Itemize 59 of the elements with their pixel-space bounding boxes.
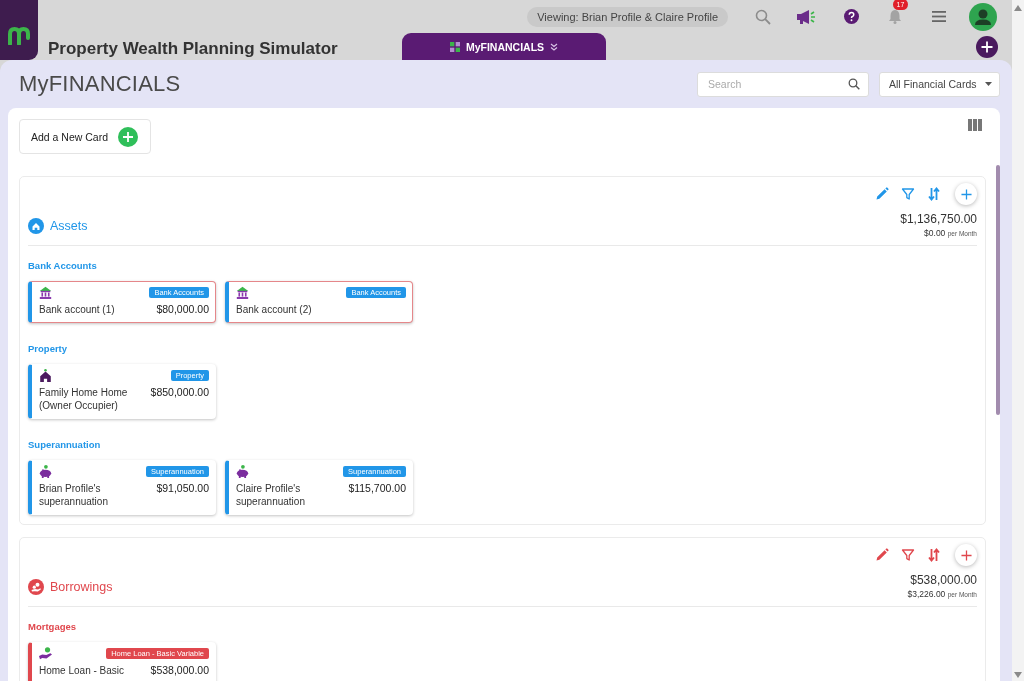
add-card-button[interactable]: Add a New Card [19, 119, 151, 154]
card-name: Family Home Home (Owner Occupier) [39, 386, 129, 412]
scroll-up-icon[interactable] [1014, 5, 1022, 11]
group-title: Property [28, 343, 68, 354]
filter-dropdown[interactable]: All Financial Cards [879, 71, 1000, 97]
piggy-bank-icon [236, 465, 249, 478]
card-value: $80,000.00 [156, 303, 209, 316]
section-title: Assets [50, 219, 88, 233]
group-title: Mortgages [28, 621, 77, 632]
avatar-icon[interactable] [969, 2, 997, 31]
app-title: Property Wealth Planning Simulator [47, 39, 338, 60]
piggy-bank-icon [39, 465, 52, 478]
filter-icon[interactable] [901, 548, 915, 562]
menu-icon[interactable] [932, 11, 946, 22]
help-icon[interactable] [843, 9, 859, 24]
card-name: Home Loan - Basic [39, 664, 125, 677]
card-value: $115,700.00 [348, 482, 406, 495]
megaphone-icon[interactable] [796, 8, 818, 25]
card-value: $91,050.00 [156, 482, 209, 495]
plus-icon [960, 549, 972, 561]
hand-coin-icon [39, 647, 52, 660]
add-button[interactable] [955, 183, 977, 205]
section-title: Borrowings [50, 580, 113, 594]
card-name: Brian Profile's superannuation [39, 482, 109, 508]
tab[interactable]: MyFINANCIALS [402, 33, 606, 60]
scroll-down-icon[interactable] [1014, 672, 1022, 678]
group-title: Bank Accounts [28, 260, 97, 271]
logo-icon [7, 25, 31, 45]
card-name: Bank account (2) [236, 303, 312, 316]
plus-icon [118, 126, 139, 147]
card-name: Claire Profile's superannuation [236, 482, 306, 508]
card-name: Bank account (1) [39, 303, 115, 316]
group-title: Superannuation [28, 439, 101, 450]
logo-tile[interactable] [0, 0, 38, 60]
card-value: $850,000.00 [150, 386, 209, 399]
plus-icon [960, 188, 972, 200]
page-title: MyFINANCIALS [19, 71, 181, 97]
columns-icon[interactable] [968, 119, 982, 131]
bell-icon[interactable] [888, 9, 902, 24]
sort-icon[interactable] [927, 548, 941, 562]
scrollbar-thumb[interactable] [996, 165, 1000, 415]
house-icon [39, 369, 52, 382]
search-field[interactable]: Search [697, 71, 869, 97]
add-button[interactable] [955, 544, 977, 566]
pencil-icon[interactable] [875, 548, 889, 562]
viewing-label[interactable]: Viewing: Brian Profile & Claire Profile [527, 6, 728, 27]
search-icon[interactable] [848, 78, 860, 90]
bank-icon [39, 286, 52, 299]
grid-icon [449, 41, 460, 52]
sort-icon[interactable] [927, 187, 941, 201]
pencil-icon[interactable] [875, 187, 889, 201]
add-icon[interactable] [976, 36, 998, 58]
bank-icon [236, 286, 249, 299]
filter-icon[interactable] [901, 187, 915, 201]
total-amount: $538,000.00 [910, 573, 977, 588]
caret-icon [985, 82, 992, 86]
card-value: $538,000.00 [150, 664, 209, 677]
total-amount: $1,136,750.00 [900, 212, 977, 227]
chevron-down-icon [550, 42, 559, 51]
